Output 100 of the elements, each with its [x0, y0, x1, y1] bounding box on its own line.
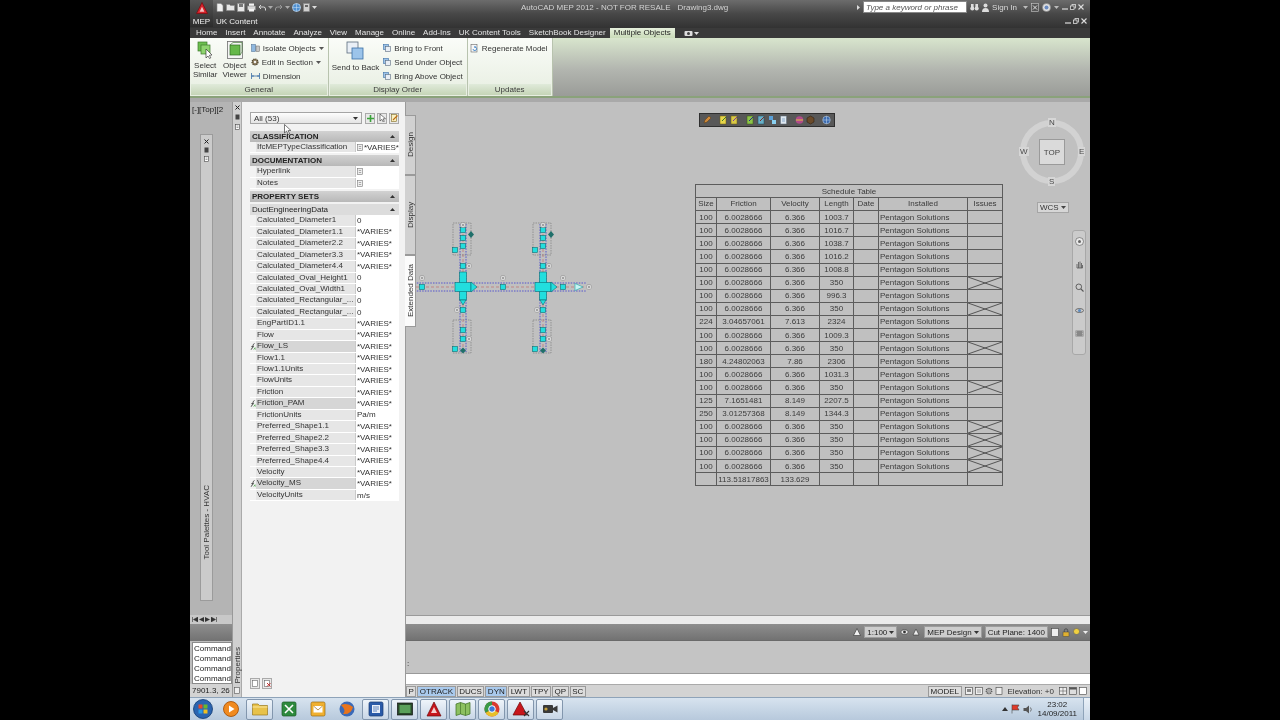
- new-file-icon[interactable]: [216, 2, 224, 12]
- property-field[interactable]: Pa/m: [355, 409, 399, 421]
- speaker-icon[interactable]: [1022, 704, 1033, 714]
- gear-icon[interactable]: [984, 687, 993, 695]
- property-field[interactable]: *VARIES*: [355, 364, 399, 375]
- sign-in-link[interactable]: Sign In: [992, 2, 1017, 12]
- pencil-icon[interactable]: [703, 115, 712, 125]
- property-field[interactable]: *VARIES*: [355, 341, 399, 352]
- hand-icon[interactable]: [1074, 260, 1084, 269]
- status-toggle[interactable]: TPY: [530, 685, 552, 697]
- ribbon-button[interactable]: Object Viewer: [221, 40, 248, 79]
- ribbon-button[interactable]: Edit in Section: [250, 57, 324, 67]
- ucs-menu[interactable]: WCS: [1037, 202, 1069, 213]
- property-field[interactable]: 0: [355, 306, 399, 318]
- layout-icon[interactable]: [974, 687, 983, 695]
- flag-icon[interactable]: [1010, 704, 1020, 714]
- group-header[interactable]: DuctEngineeringData: [250, 204, 399, 216]
- property-field[interactable]: *VARIES*: [355, 226, 399, 238]
- shapes-icon[interactable]: [768, 115, 777, 125]
- taskbar-button[interactable]: [536, 698, 563, 720]
- taskbar-button[interactable]: [420, 698, 447, 720]
- document-icon[interactable]: [719, 115, 728, 125]
- view-cube-face[interactable]: TOP: [1039, 139, 1065, 165]
- application-button[interactable]: MEP: [190, 0, 213, 27]
- property-field[interactable]: *VARIES*: [355, 318, 399, 329]
- display-configuration-menu[interactable]: MEP Design: [924, 626, 982, 638]
- ribbon-tab[interactable]: Manage: [351, 28, 388, 38]
- ribbon-button[interactable]: Send Under Object: [383, 57, 463, 67]
- ribbon-button[interactable]: Regenerate Model: [469, 43, 548, 53]
- ribbon-tab[interactable]: Annotate: [249, 28, 290, 38]
- annotation-scale-menu[interactable]: 1:100: [864, 626, 898, 638]
- ribbon-tab[interactable]: UK Content Tools: [454, 28, 525, 38]
- ribbon-tab[interactable]: Analyze: [289, 28, 326, 38]
- eye-icon[interactable]: [900, 628, 910, 636]
- triangle-right-icon[interactable]: [205, 617, 210, 622]
- lock-icon[interactable]: [1062, 627, 1070, 637]
- list-icon[interactable]: [234, 124, 240, 130]
- page-button[interactable]: [250, 678, 260, 689]
- model-space-button[interactable]: MODEL: [928, 685, 962, 697]
- window-icon[interactable]: [1079, 687, 1087, 695]
- skip-start-icon[interactable]: [192, 617, 198, 622]
- select-objects-button[interactable]: [377, 112, 387, 124]
- page-icon[interactable]: [1051, 627, 1059, 637]
- taskbar-button[interactable]: [362, 698, 389, 720]
- status-toggle[interactable]: QP: [552, 685, 569, 697]
- status-toggle[interactable]: DUCS: [456, 685, 485, 697]
- ribbon-tab[interactable]: Multiple Objects: [609, 28, 675, 38]
- globe-icon[interactable]: [822, 115, 831, 125]
- property-field[interactable]: *VARIES*: [355, 142, 399, 153]
- binoculars-icon[interactable]: [970, 3, 980, 11]
- property-field[interactable]: *VARIES*: [355, 261, 399, 272]
- property-field[interactable]: *VARIES*: [355, 421, 399, 432]
- ribbon-tab[interactable]: SketchBook Designer: [524, 28, 610, 38]
- page-icon[interactable]: [779, 115, 788, 125]
- document-icon[interactable]: [730, 115, 739, 125]
- open-folder-icon[interactable]: [226, 3, 235, 11]
- property-field[interactable]: *VARIES*: [355, 375, 399, 386]
- show-desktop-button[interactable]: [1083, 698, 1090, 720]
- x-tile-icon[interactable]: [1031, 2, 1039, 12]
- document-icon[interactable]: [746, 115, 755, 125]
- ribbon-button[interactable]: Select Similar: [192, 40, 219, 79]
- deselect-button[interactable]: [262, 678, 272, 689]
- orbit-icon[interactable]: [1074, 306, 1084, 315]
- skip-end-icon[interactable]: [211, 617, 217, 622]
- bulb-icon[interactable]: [1073, 627, 1080, 637]
- property-field[interactable]: *VARIES*: [355, 478, 399, 489]
- quick-select-button[interactable]: [365, 112, 375, 124]
- user-icon[interactable]: [982, 2, 990, 12]
- triangle-left-icon[interactable]: [199, 617, 204, 622]
- property-field[interactable]: *VARIES*: [355, 432, 399, 444]
- save-icon[interactable]: [237, 2, 245, 12]
- ribbon-tab[interactable]: View: [325, 28, 352, 38]
- restore-icon[interactable]: [1070, 4, 1076, 10]
- ribbon-tab[interactable]: Insert: [221, 28, 250, 38]
- toggle-pickadd-button[interactable]: [389, 112, 399, 124]
- property-field[interactable]: [355, 177, 399, 189]
- ribbon-button[interactable]: Bring Above Object: [383, 71, 463, 81]
- horizontal-scrollbar[interactable]: [406, 615, 1090, 624]
- property-field[interactable]: *VARIES*: [355, 466, 399, 478]
- ribbon-button[interactable]: Dimension: [250, 71, 324, 81]
- command-input[interactable]: [406, 673, 1090, 684]
- restore-icon[interactable]: [1073, 18, 1079, 24]
- page-icon[interactable]: [234, 687, 240, 694]
- section-header[interactable]: PROPERTY SETS: [250, 191, 399, 203]
- property-field[interactable]: 0: [355, 283, 399, 295]
- globe-icon[interactable]: [292, 2, 301, 12]
- ribbon-tab[interactable]: Home: [192, 28, 222, 38]
- taskbar-button[interactable]: [391, 698, 418, 720]
- property-field[interactable]: m/s: [355, 489, 399, 501]
- property-field[interactable]: 0: [355, 272, 399, 283]
- property-field[interactable]: 0: [355, 215, 399, 226]
- section-header[interactable]: CLASSIFICATION: [250, 131, 399, 142]
- help-icon[interactable]: [1042, 2, 1051, 12]
- close-icon[interactable]: [234, 105, 240, 110]
- property-field[interactable]: *VARIES*: [355, 386, 399, 398]
- panel-icon[interactable]: [303, 2, 310, 12]
- property-field[interactable]: *VARIES*: [355, 352, 399, 363]
- property-field[interactable]: [355, 166, 399, 177]
- status-toggle[interactable]: SC: [569, 685, 586, 697]
- property-field[interactable]: *VARIES*: [355, 455, 399, 466]
